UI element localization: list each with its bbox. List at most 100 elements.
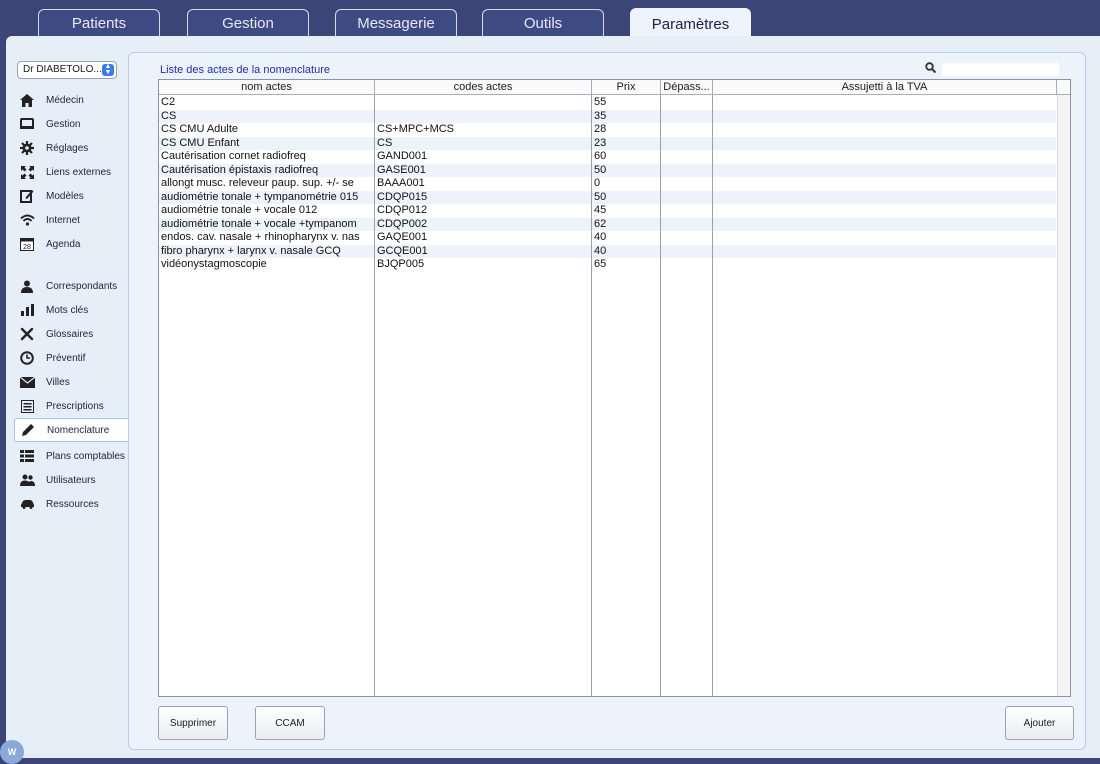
sidebar-item-mots-cles[interactable]: Mots clés — [14, 298, 128, 322]
cell-tva — [713, 191, 1053, 204]
sidebar-item-medecin[interactable]: Médecin — [14, 88, 128, 112]
column-header-tva[interactable]: Assujetti à la TVA — [713, 80, 1057, 95]
cell-nom-acte: CS — [161, 109, 177, 122]
delete-button[interactable]: Supprimer — [158, 706, 228, 740]
tab-patients[interactable]: Patients — [38, 9, 160, 37]
search-input[interactable] — [942, 63, 1059, 76]
sidebar-item-label: Plans comptables — [46, 450, 125, 462]
cell-prix: 45 — [594, 204, 607, 216]
column-header-codes-actes[interactable]: codes actes — [375, 80, 592, 95]
cell-depassement — [661, 231, 711, 244]
cell-prix: 50 — [594, 190, 607, 203]
cell-prix: 28 — [594, 123, 607, 135]
cell-nom-acte: vidéonystagmoscopie — [161, 258, 267, 270]
table-row[interactable]: fibro pharynx + larynx v. nasale GCQ GCQE… — [159, 244, 1056, 258]
envelope-icon — [18, 374, 36, 390]
cell-nom-acte: allongt musc. releveur paup. sup. +/- se — [161, 177, 354, 189]
tab-gestion[interactable]: Gestion — [187, 9, 309, 37]
doctor-select[interactable]: Dr DIABETOLO... ▲ ▼ — [17, 61, 117, 79]
sidebar-item-prescriptions[interactable]: Prescriptions — [14, 394, 128, 418]
sidebar-item-label: Médecin — [46, 94, 84, 106]
vertical-scrollbar[interactable] — [1057, 95, 1070, 696]
ccam-button[interactable]: CCAM — [255, 706, 325, 740]
cell-depassement — [661, 191, 711, 204]
column-divider — [591, 95, 592, 696]
table-row[interactable]: endos. cav. nasale + rhinopharynx v. nas… — [159, 231, 1056, 244]
sidebar-item-reglages[interactable]: Réglages — [14, 136, 128, 160]
app-logo-text: W — [7, 747, 17, 757]
table-row[interactable]: audiométrie tonale + vocale 012 CDQP012 45 — [159, 204, 1056, 217]
cell-tva — [713, 150, 1053, 163]
sidebar-item-liens-externes[interactable]: Liens externes — [14, 160, 128, 184]
sidebar-item-label: Agenda — [46, 238, 81, 250]
cell-nom-acte: endos. cav. nasale + rhinopharynx v. nas — [161, 231, 360, 243]
sidebar-item-utilisateurs[interactable]: Utilisateurs — [14, 468, 128, 492]
cell-depassement — [661, 218, 711, 231]
cell-tva — [713, 204, 1053, 217]
sidebar-item-glossaires[interactable]: Glossaires — [14, 322, 128, 346]
cell-tva — [713, 164, 1053, 177]
sidebar-item-plans-comptables[interactable]: Plans comptables — [14, 444, 128, 468]
column-header-prix[interactable]: Prix — [592, 80, 661, 95]
cell-depassement — [661, 204, 711, 217]
table-row[interactable]: allongt musc. releveur paup. sup. +/- se… — [159, 177, 1056, 190]
cell-depassement — [661, 96, 711, 109]
tab-messagerie[interactable]: Messagerie — [335, 9, 457, 37]
sidebar-item-modeles[interactable]: Modèles — [14, 184, 128, 208]
monitor-icon — [18, 116, 36, 132]
column-divider — [660, 95, 661, 696]
cell-code-acte — [375, 96, 590, 109]
sidebar-item-correspondants[interactable]: Correspondants — [14, 274, 128, 298]
cell-nom-acte: fibro pharynx + larynx v. nasale GCQ — [161, 244, 341, 257]
sidebar-item-ressources[interactable]: Ressources — [14, 492, 128, 516]
cell-nom-acte: C2 — [161, 96, 176, 108]
table-row[interactable]: audiométrie tonale + tympanométrie 015 CD… — [159, 190, 1056, 204]
add-button[interactable]: Ajouter — [1005, 706, 1074, 740]
cell-tva — [713, 123, 1053, 136]
table-row[interactable]: audiométrie tonale + vocale +tympanom CDQ… — [159, 217, 1056, 231]
cell-code-acte: CDQP002 — [377, 217, 428, 230]
sidebar-item-label: Réglages — [46, 142, 89, 154]
cell-prix: 35 — [594, 109, 607, 122]
list-icon — [18, 448, 36, 464]
table-row[interactable]: CS CMU Adulte CS+MPC+MCS 28 — [159, 123, 1056, 136]
table-row[interactable]: Cautérisation épistaxis radiofreq GASE001… — [159, 163, 1056, 177]
calendar-icon: 28 — [18, 236, 36, 252]
column-divider — [712, 95, 713, 696]
cell-prix: 62 — [594, 217, 607, 230]
acts-table: nom actes codes actes Prix Dépass... Ass… — [158, 79, 1071, 697]
table-row[interactable]: C2 55 — [159, 96, 1056, 109]
column-header-depassement[interactable]: Dépass... — [661, 80, 713, 95]
column-header-nom-actes[interactable]: nom actes — [159, 80, 375, 95]
table-row[interactable]: CS CMU Enfant CS 23 — [159, 136, 1056, 150]
person-icon — [18, 278, 36, 294]
list-title: Liste des actes de la nomenclature — [160, 64, 330, 76]
table-row[interactable]: Cautérisation cornet radiofreq GAND001 60 — [159, 150, 1056, 163]
app-logo: W — [0, 740, 24, 764]
table-row[interactable]: CS 35 — [159, 109, 1056, 123]
cell-nom-acte: CS CMU Enfant — [161, 136, 240, 149]
table-row[interactable]: vidéonystagmoscopie BJQP005 65 — [159, 258, 1056, 271]
tab-parametres[interactable]: Paramètres — [630, 8, 751, 39]
sidebar-item-preventif[interactable]: Préventif — [14, 346, 128, 370]
cell-nom-acte: audiométrie tonale + vocale +tympanom — [161, 217, 357, 230]
clock-icon — [18, 350, 36, 366]
cell-prix: 65 — [594, 258, 607, 270]
sidebar-item-internet[interactable]: Internet — [14, 208, 128, 232]
cell-prix: 23 — [594, 136, 607, 149]
cell-code-acte: CS — [377, 136, 393, 149]
sidebar-item-label: Modèles — [46, 190, 84, 202]
select-arrows-icon: ▲ ▼ — [102, 63, 114, 76]
sidebar-item-villes[interactable]: Villes — [14, 370, 128, 394]
expand-arrows-icon — [18, 164, 36, 180]
sidebar-item-gestion[interactable]: Gestion — [14, 112, 128, 136]
cell-prix: 40 — [594, 244, 607, 257]
sidebar-item-agenda[interactable]: 28 Agenda — [14, 232, 128, 256]
sidebar-item-nomenclature[interactable]: Nomenclature — [14, 418, 128, 442]
tab-outils[interactable]: Outils — [482, 9, 604, 37]
cell-code-acte: CDQP015 — [377, 190, 428, 203]
cell-code-acte: CDQP012 — [377, 204, 428, 216]
cell-tva — [713, 177, 1053, 190]
bar-chart-icon — [18, 302, 36, 318]
cell-tva — [713, 96, 1053, 109]
